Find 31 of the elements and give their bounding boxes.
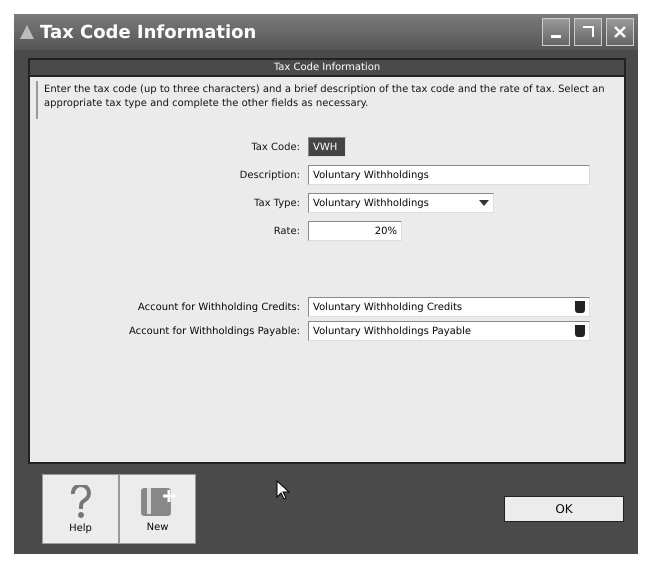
input-field[interactable]: 20% bbox=[308, 221, 402, 241]
instructions-text: Enter the tax code (up to three characters) and a brief description of the tax code and the rate of tax. Select an appropriate tax type and complete the other fields as necessary. bbox=[36, 81, 618, 119]
field-label: Tax Type: bbox=[252, 198, 300, 208]
pointer-icon bbox=[276, 480, 290, 500]
caret-icon bbox=[479, 200, 489, 206]
input-field[interactable]: Voluntary Withholdings bbox=[308, 165, 590, 185]
question-mark-icon bbox=[70, 484, 92, 518]
panel-header: Tax Code Information bbox=[30, 60, 624, 77]
toolbar-button[interactable]: New bbox=[119, 474, 196, 544]
toolbar-button[interactable]: Help bbox=[42, 474, 119, 544]
close-button[interactable] bbox=[606, 18, 634, 46]
input-field[interactable]: VWH bbox=[308, 137, 346, 157]
maximize-icon bbox=[581, 25, 595, 39]
caret-icon bbox=[575, 325, 585, 337]
field-label: Account for Withholdings Payable: bbox=[128, 326, 300, 336]
tax-type-dropdown[interactable]: Voluntary Withholdings bbox=[308, 193, 494, 213]
field-label: Rate: bbox=[272, 226, 300, 236]
new-ledger-icon bbox=[138, 486, 176, 518]
field-label: Tax Code: bbox=[250, 142, 300, 152]
maximize-button[interactable] bbox=[574, 18, 602, 46]
field-label: Account for Withholding Credits: bbox=[136, 302, 300, 312]
window-title: Tax Code Information bbox=[40, 22, 258, 42]
ok-button[interactable]: OK bbox=[504, 496, 624, 522]
account-dropdown[interactable]: Voluntary Withholdings Payable bbox=[308, 321, 590, 341]
caret-icon bbox=[575, 301, 585, 313]
app-icon bbox=[18, 23, 36, 41]
close-icon bbox=[613, 25, 627, 39]
minimize-button[interactable] bbox=[542, 18, 570, 46]
field-label: Description: bbox=[238, 170, 300, 180]
account-dropdown[interactable]: Voluntary Withholding Credits bbox=[308, 297, 590, 317]
minimize-icon bbox=[551, 35, 561, 38]
